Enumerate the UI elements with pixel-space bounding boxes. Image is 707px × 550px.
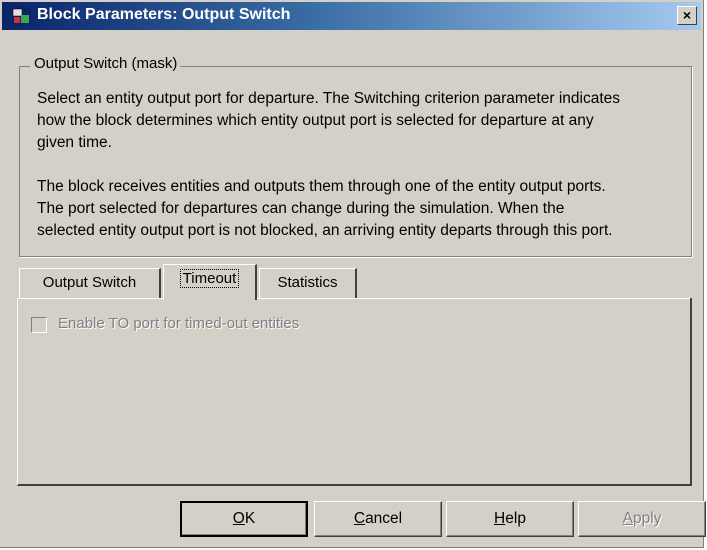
tab-label: Timeout [179, 269, 240, 288]
ok-label-rest: K [244, 510, 256, 527]
tab-label: Statistics [277, 274, 338, 291]
description-paragraph-2: The block receives entities and outputs … [37, 176, 687, 242]
enable-to-port-checkbox[interactable] [31, 317, 47, 333]
help-button[interactable]: Help [446, 501, 574, 537]
description-line: The port selected for departures can cha… [37, 200, 565, 217]
help-label-rest: elp [505, 510, 526, 527]
ok-mnemonic: O [232, 510, 245, 527]
help-mnemonic: H [494, 510, 506, 527]
description-line: The block receives entities and outputs … [37, 178, 606, 195]
description-line: how the block determines which entity ou… [37, 112, 594, 129]
tab-label: Output Switch [42, 274, 137, 291]
enable-to-port-label: Enable TO port for timed-out entities [58, 315, 300, 332]
tab-output-switch[interactable]: Output Switch [19, 268, 161, 298]
description-paragraph-1: Select an entity output port for departu… [37, 88, 687, 154]
description-line: selected entity output port is not block… [37, 222, 613, 239]
title-bar[interactable]: Block Parameters: Output Switch × [2, 2, 701, 30]
block-parameters-dialog: Block Parameters: Output Switch × Output… [0, 0, 706, 548]
close-icon[interactable]: × [677, 6, 697, 25]
description-line: given time. [37, 134, 112, 151]
tab-statistics[interactable]: Statistics [259, 268, 357, 298]
apply-label-rest: pply [632, 510, 662, 527]
window-title: Block Parameters: Output Switch [37, 6, 291, 23]
cancel-button[interactable]: Cancel [314, 501, 442, 537]
tab-timeout[interactable]: Timeout [163, 264, 257, 300]
group-legend: Output Switch (mask) [30, 55, 181, 72]
description-line: Select an entity output port for departu… [37, 90, 620, 107]
cancel-label-rest: ancel [365, 510, 403, 527]
simulink-block-icon [11, 7, 31, 25]
cancel-mnemonic: C [353, 510, 366, 527]
apply-button[interactable]: Apply [578, 501, 706, 537]
apply-mnemonic: A [622, 510, 633, 527]
ok-button[interactable]: OK [180, 501, 308, 537]
